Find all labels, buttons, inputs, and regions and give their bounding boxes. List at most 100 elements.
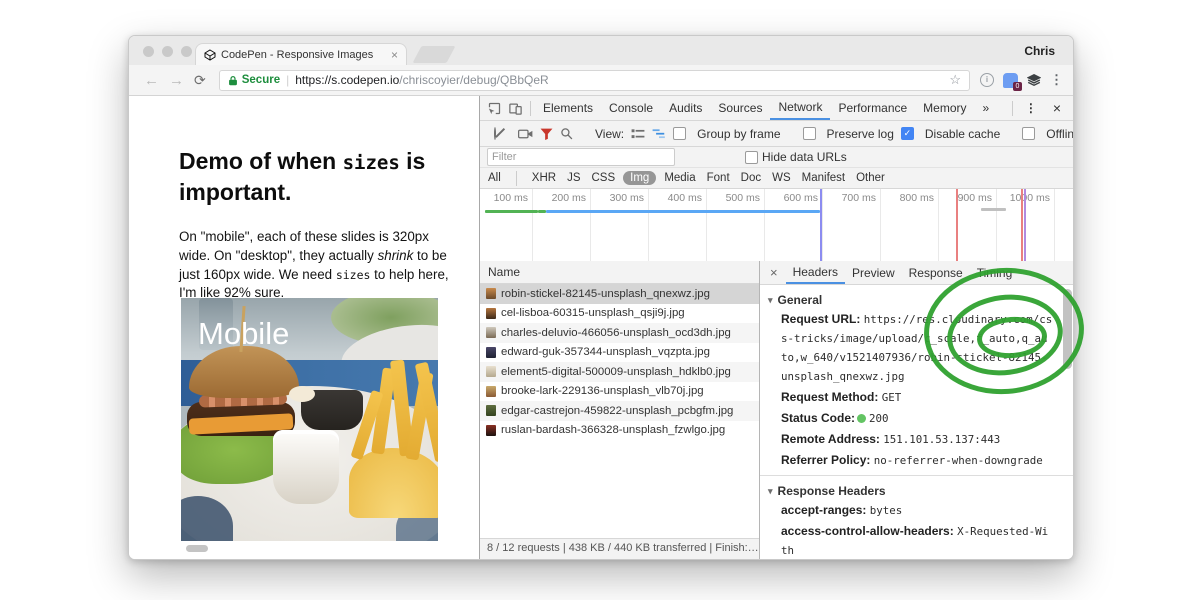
filter-input[interactable] <box>487 148 675 166</box>
tab-close-icon[interactable]: × <box>391 48 398 62</box>
image-thumbnail <box>486 327 496 338</box>
device-toolbar-icon[interactable] <box>508 101 523 116</box>
type-filter-media[interactable]: Media <box>664 172 695 184</box>
request-row[interactable]: brooke-lark-229136-unsplash_vlb70j.jpg <box>480 382 759 402</box>
type-filter-font[interactable]: Font <box>707 172 730 184</box>
devtools-close-icon[interactable]: × <box>1045 97 1069 120</box>
preserve-log-label[interactable]: Preserve log <box>827 127 894 141</box>
search-icon[interactable] <box>560 127 573 140</box>
network-overview-timeline[interactable]: 100 ms 200 ms 300 ms 400 ms 500 ms 600 m… <box>480 189 1073 262</box>
group-by-frame-checkbox[interactable] <box>673 127 686 140</box>
browser-toolbar: ← → ⟳ Secure | https://s.codepen.io /chr… <box>129 65 1073 96</box>
type-filter-img[interactable]: Img <box>623 171 656 185</box>
inspect-element-icon[interactable] <box>487 101 502 116</box>
window-controls[interactable] <box>143 46 192 57</box>
details-tab-response[interactable]: Response <box>902 262 970 284</box>
request-row[interactable]: ruslan-bardash-366328-unsplash_fzwlgo.jp… <box>480 421 759 441</box>
extension-area: i 0 ⋮ <box>980 72 1063 88</box>
request-row[interactable]: charles-deluvio-466056-unsplash_ocd3dh.j… <box>480 323 759 343</box>
request-row[interactable]: edgar-castrejon-459822-unsplash_pcbgfm.j… <box>480 401 759 421</box>
gridline <box>532 189 533 261</box>
browser-tab[interactable]: CodePen - Responsive Images × <box>195 43 407 65</box>
tab-elements[interactable]: Elements <box>535 97 601 120</box>
more-tabs-icon[interactable]: » <box>975 97 998 120</box>
photo-ramekin <box>273 430 339 504</box>
close-details-icon[interactable]: × <box>762 265 786 280</box>
ghostery-extension-icon[interactable]: 0 <box>1003 73 1018 88</box>
waterfall-view-icon[interactable] <box>652 128 666 140</box>
stack-extension-icon[interactable] <box>1027 73 1041 87</box>
back-icon[interactable]: ← <box>144 73 159 88</box>
group-by-frame-label[interactable]: Group by frame <box>697 127 780 141</box>
timeline-bar-grey <box>981 208 1006 211</box>
tick-label: 400 ms <box>668 192 706 204</box>
request-row[interactable]: edward-guk-357344-unsplash_vqzpta.jpg <box>480 343 759 363</box>
address-bar[interactable]: Secure | https://s.codepen.io /chriscoyi… <box>219 70 970 91</box>
preserve-log-checkbox[interactable] <box>803 127 816 140</box>
details-tab-headers[interactable]: Headers <box>786 262 845 284</box>
browser-profile-name[interactable]: Chris <box>1024 44 1055 58</box>
type-filter-doc[interactable]: Doc <box>741 172 761 184</box>
type-filter-manifest[interactable]: Manifest <box>802 172 845 184</box>
page-info-icon[interactable]: i <box>980 73 994 87</box>
reload-icon[interactable]: ⟳ <box>194 73 206 87</box>
close-window-button[interactable] <box>143 46 154 57</box>
horizontal-scrollbar-thumb[interactable] <box>186 545 208 552</box>
offline-label[interactable]: Offline <box>1046 127 1073 141</box>
tab-memory[interactable]: Memory <box>915 97 974 120</box>
bookmark-star-icon[interactable]: ☆ <box>949 72 961 88</box>
gridline <box>1054 189 1055 261</box>
new-tab-button[interactable] <box>412 46 455 63</box>
type-filter-other[interactable]: Other <box>856 172 885 184</box>
hide-data-urls-label[interactable]: Hide data URLs <box>762 150 847 164</box>
minimize-window-button[interactable] <box>162 46 173 57</box>
page-title: Demo of when sizes is important. <box>179 146 461 208</box>
disable-cache-label[interactable]: Disable cache <box>925 127 1000 141</box>
request-row[interactable]: robin-stickel-82145-unsplash_qnexwz.jpg <box>480 284 759 304</box>
name-column-header[interactable]: Name <box>480 261 759 284</box>
large-rows-view-icon[interactable] <box>631 128 645 140</box>
header-item: accept-ranges: bytes <box>781 501 1053 520</box>
tab-audits[interactable]: Audits <box>661 97 710 120</box>
request-row[interactable]: cel-lisboa-60315-unsplash_qsji9j.jpg <box>480 304 759 324</box>
forward-icon[interactable]: → <box>169 73 184 88</box>
devtools-menu-icon[interactable]: ⋮ <box>1017 97 1045 120</box>
network-main-area: Name robin-stickel-82145-unsplash_qnexwz… <box>480 261 1073 559</box>
tab-title: CodePen - Responsive Images <box>221 49 387 61</box>
tick-label: 600 ms <box>784 192 822 204</box>
type-filter-xhr[interactable]: XHR <box>532 172 556 184</box>
clear-icon[interactable] <box>494 127 496 140</box>
browser-menu-icon[interactable]: ⋮ <box>1050 72 1063 88</box>
general-section-header[interactable]: ▾ General <box>768 290 1053 310</box>
tab-performance[interactable]: Performance <box>830 97 915 120</box>
url-divider: | <box>286 73 289 87</box>
maximize-window-button[interactable] <box>181 46 192 57</box>
secure-badge[interactable]: Secure <box>242 74 280 86</box>
timeline-bar-green-head <box>538 210 546 213</box>
hide-data-urls-checkbox[interactable] <box>745 151 758 164</box>
url-path[interactable]: /chriscoyier/debug/QBbQeR <box>399 73 548 87</box>
details-tab-timing[interactable]: Timing <box>970 262 1020 284</box>
url-origin[interactable]: https://s.codepen.io <box>295 73 399 87</box>
response-headers-section-header[interactable]: ▾ Response Headers <box>768 481 1053 501</box>
filter-funnel-icon[interactable] <box>540 128 553 140</box>
tab-console[interactable]: Console <box>601 97 661 120</box>
codepen-favicon-icon <box>204 49 216 61</box>
offline-checkbox[interactable] <box>1022 127 1035 140</box>
capture-screenshots-icon[interactable] <box>518 128 533 140</box>
disable-cache-checkbox[interactable] <box>901 127 914 140</box>
type-filter-js[interactable]: JS <box>567 172 580 184</box>
type-filter-ws[interactable]: WS <box>772 172 791 184</box>
request-row[interactable]: element5-digital-500009-unsplash_hdklb0.… <box>480 362 759 382</box>
tab-network[interactable]: Network <box>770 97 830 120</box>
type-filter-all[interactable]: All <box>488 172 501 184</box>
tab-sources[interactable]: Sources <box>710 97 770 120</box>
type-filter-css[interactable]: CSS <box>591 172 615 184</box>
tick-label: 100 ms <box>494 192 532 204</box>
gridline <box>880 189 881 261</box>
tick-label: 700 ms <box>842 192 880 204</box>
gridline <box>764 189 765 261</box>
extension-badge: 0 <box>1013 82 1022 91</box>
details-tab-preview[interactable]: Preview <box>845 262 902 284</box>
vertical-scrollbar-thumb[interactable] <box>1063 289 1072 369</box>
